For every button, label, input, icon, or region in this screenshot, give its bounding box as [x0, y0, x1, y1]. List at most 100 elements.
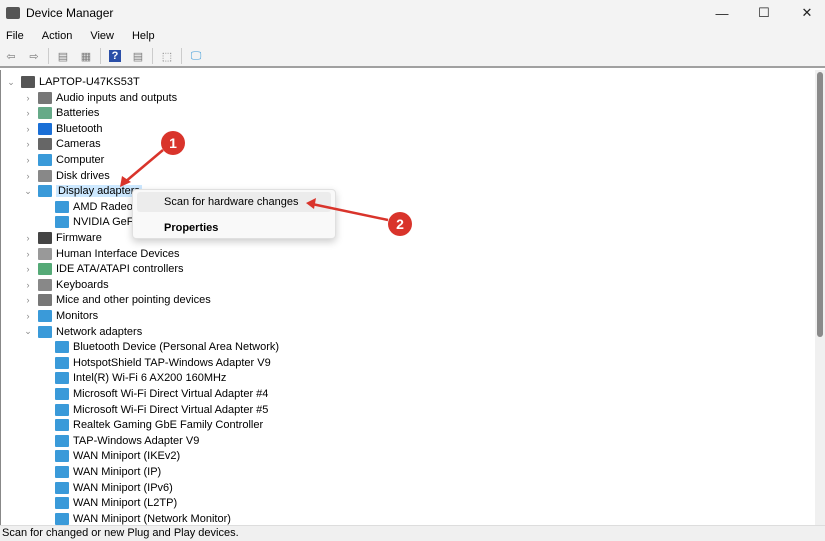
device-icon — [21, 76, 35, 88]
device-icon — [55, 466, 69, 478]
tree-item[interactable]: NVIDIA GeFor — [39, 214, 143, 230]
device-icon — [55, 341, 69, 353]
tree-item-label: Microsoft Wi-Fi Direct Virtual Adapter #… — [73, 404, 268, 416]
menu-item-properties[interactable]: Properties — [137, 218, 331, 238]
tree-item[interactable]: Microsoft Wi-Fi Direct Virtual Adapter #… — [39, 402, 268, 418]
tree-item[interactable]: HotspotShield TAP-Windows Adapter V9 — [39, 355, 271, 371]
chevron-right-icon[interactable]: › — [22, 155, 34, 165]
device-icon — [55, 450, 69, 462]
chevron-right-icon[interactable]: › — [22, 139, 34, 149]
tree-item[interactable]: WAN Miniport (IKEv2) — [39, 448, 180, 464]
close-button[interactable]: ✕ — [785, 0, 825, 26]
chevron-right-icon[interactable]: › — [22, 93, 34, 103]
tree-item-label: TAP-Windows Adapter V9 — [73, 435, 199, 447]
tree-item[interactable]: ⌄Display adapters — [22, 183, 142, 199]
scan-hardware-button[interactable]: 🖵 — [187, 48, 205, 64]
vertical-scrollbar[interactable] — [815, 70, 825, 525]
menu-file[interactable]: File — [4, 30, 26, 42]
tree-item[interactable]: ›Human Interface Devices — [22, 246, 180, 262]
tree-item-label: WAN Miniport (IPv6) — [73, 482, 173, 494]
menu-action[interactable]: Action — [40, 30, 75, 42]
tree-item-label: Mice and other pointing devices — [56, 294, 211, 306]
tree-item[interactable]: › Monitors — [22, 308, 98, 324]
tree-item[interactable]: Intel(R) Wi-Fi 6 AX200 160MHz — [39, 370, 226, 386]
show-hide-console-tree-button[interactable]: ▤ — [54, 48, 72, 64]
menu-item-scan-hardware-changes[interactable]: Scan for hardware changes — [137, 192, 331, 212]
chevron-right-icon[interactable]: › — [22, 124, 34, 134]
chevron-right-icon[interactable]: › — [22, 233, 34, 243]
chevron-right-icon[interactable]: › — [22, 264, 34, 274]
tree-item[interactable]: WAN Miniport (L2TP) — [39, 495, 177, 511]
tree-item[interactable]: ⌄ LAPTOP-U47KS53T — [5, 74, 140, 90]
tree-item-label: Cameras — [56, 138, 101, 150]
tree-item[interactable]: Bluetooth Device (Personal Area Network) — [39, 339, 279, 355]
tree-item[interactable]: ⌄Network adapters — [22, 324, 142, 340]
update-driver-button[interactable]: ⬚ — [158, 48, 176, 64]
window-title: Device Manager — [26, 6, 113, 20]
back-button[interactable]: ⇦ — [2, 48, 20, 64]
tree-item[interactable]: › Mice and other pointing devices — [22, 292, 211, 308]
tree-item-label: WAN Miniport (Network Monitor) — [73, 513, 231, 525]
tree-item-label: WAN Miniport (IKEv2) — [73, 450, 180, 462]
show-hide-console-tree-icon: ▤ — [58, 50, 68, 63]
tree-item[interactable]: AMD Radeon — [39, 199, 139, 215]
tree-item-label: LAPTOP-U47KS53T — [39, 76, 140, 88]
properties-button[interactable]: ▦ — [77, 48, 95, 64]
menu-help[interactable]: Help — [130, 30, 157, 42]
menu-view[interactable]: View — [88, 30, 116, 42]
action-pane-icon: ▤ — [133, 50, 143, 63]
device-icon — [38, 263, 52, 275]
tree-item[interactable]: ›Audio inputs and outputs — [22, 90, 177, 106]
tree-item-label: Intel(R) Wi-Fi 6 AX200 160MHz — [73, 372, 226, 384]
tree-item[interactable]: ›Disk drives — [22, 168, 110, 184]
tree-item[interactable]: › Computer — [22, 152, 104, 168]
minimize-button[interactable]: — — [700, 0, 744, 26]
tree-item[interactable]: Realtek Gaming GbE Family Controller — [39, 417, 263, 433]
tree-item-label: AMD Radeon — [73, 201, 139, 213]
toolbar-separator — [48, 48, 49, 64]
title-bar: Device Manager — ☐ ✕ — [0, 0, 825, 26]
tree-item-label: Batteries — [56, 107, 99, 119]
help-icon: ? — [109, 50, 122, 62]
chevron-right-icon[interactable]: › — [22, 311, 34, 321]
chevron-down-icon[interactable]: ⌄ — [22, 326, 34, 337]
tree-item-label: Microsoft Wi-Fi Direct Virtual Adapter #… — [73, 388, 268, 400]
chevron-right-icon[interactable]: › — [22, 171, 34, 181]
scrollbar-thumb[interactable] — [817, 72, 823, 337]
toolbar-separator — [100, 48, 101, 64]
tree-item[interactable]: ›Bluetooth — [22, 121, 102, 137]
device-icon — [38, 279, 52, 291]
tree-item[interactable]: ›IDE ATA/ATAPI controllers — [22, 261, 184, 277]
device-icon — [38, 294, 52, 306]
chevron-right-icon[interactable]: › — [22, 108, 34, 118]
forward-button[interactable]: ⇨ — [25, 48, 43, 64]
tree-item-label: WAN Miniport (L2TP) — [73, 497, 177, 509]
tree-item[interactable]: WAN Miniport (IP) — [39, 464, 161, 480]
tree-item[interactable]: WAN Miniport (Network Monitor) — [39, 511, 231, 525]
device-manager-app-icon — [6, 7, 20, 19]
device-icon — [55, 435, 69, 447]
tree-item[interactable]: ›Firmware — [22, 230, 102, 246]
action-pane-button[interactable]: ▤ — [129, 48, 147, 64]
device-icon — [38, 248, 52, 260]
tree-item[interactable]: ›Keyboards — [22, 277, 109, 293]
tree-item[interactable]: WAN Miniport (IPv6) — [39, 480, 173, 496]
tree-item-label: Monitors — [56, 310, 98, 322]
tree-item-label: Computer — [56, 154, 104, 166]
maximize-button[interactable]: ☐ — [742, 0, 786, 26]
chevron-right-icon[interactable]: › — [22, 295, 34, 305]
device-icon — [38, 92, 52, 104]
tree-item[interactable]: Microsoft Wi-Fi Direct Virtual Adapter #… — [39, 386, 268, 402]
back-icon: ⇦ — [6, 50, 15, 63]
chevron-down-icon[interactable]: ⌄ — [22, 186, 34, 197]
device-icon — [38, 138, 52, 150]
help-button[interactable]: ? — [106, 48, 124, 64]
tree-item[interactable]: › Batteries — [22, 105, 99, 121]
tree-item[interactable]: › Cameras — [22, 136, 101, 152]
chevron-down-icon[interactable]: ⌄ — [5, 77, 17, 88]
tree-item[interactable]: TAP-Windows Adapter V9 — [39, 433, 199, 449]
chevron-right-icon[interactable]: › — [22, 249, 34, 259]
chevron-right-icon[interactable]: › — [22, 280, 34, 290]
device-tree: ⌄ LAPTOP-U47KS53T ›Audio inputs and output… — [0, 70, 815, 525]
device-icon — [38, 185, 52, 197]
